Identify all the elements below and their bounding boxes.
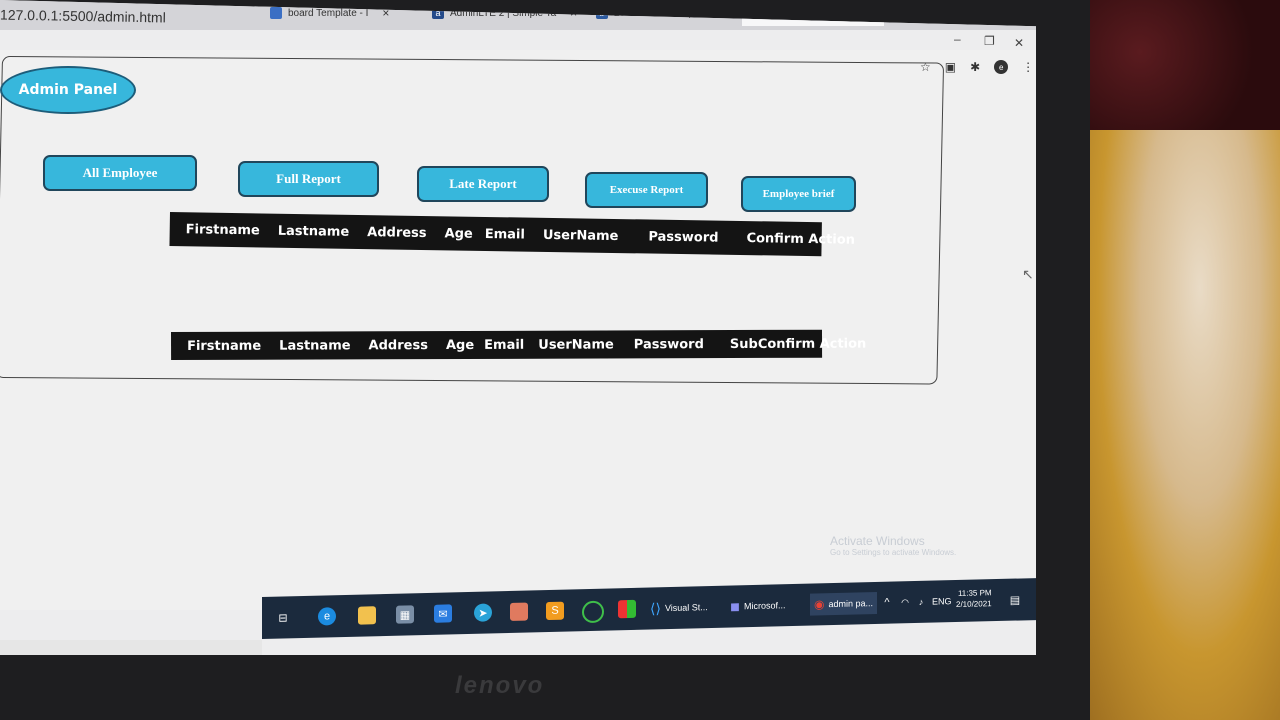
col-firstname: Firstname — [185, 221, 260, 238]
minimize-button[interactable]: – — [954, 32, 961, 46]
col-username: UserName — [542, 227, 619, 244]
col-subconfirm-action: SubConfirm Action — [729, 336, 867, 352]
laptop-screen: board Template - I × a AdminLTE 2 | Simp… — [0, 0, 1036, 655]
telegram-icon[interactable]: ➤ — [474, 603, 492, 622]
task-view-icon[interactable]: ⊟ — [274, 608, 292, 626]
mail-icon[interactable]: ✉ — [434, 604, 452, 623]
background-dotted-cloth — [1080, 0, 1280, 130]
reading-list-icon[interactable]: ▣ — [945, 60, 956, 74]
col-username: UserName — [538, 336, 614, 353]
admin-panel-badge: Admin Panel — [0, 66, 136, 114]
volume-icon[interactable]: ♪ — [912, 593, 930, 611]
full-report-button[interactable]: Full Report — [238, 161, 379, 197]
vscode-icon: ⟨⟩ — [650, 599, 661, 617]
taskbar-search-input[interactable]: ere to search — [0, 640, 262, 655]
col-lastname: Lastname — [279, 337, 351, 354]
mouse-cursor-icon: ↖ — [1022, 266, 1034, 282]
store-icon[interactable]: ▦ — [396, 605, 414, 624]
notification-icon[interactable]: ▤ — [1006, 590, 1024, 608]
employee-brief-button[interactable]: Employee brief — [741, 176, 856, 212]
col-confirm-action: Confirm Action — [746, 230, 856, 248]
extensions-icon[interactable]: ✱ — [970, 60, 980, 74]
profile-avatar[interactable]: e — [994, 60, 1009, 74]
laptop-bezel: lenovo board Template - I × a AdminLTE 2… — [0, 0, 1090, 720]
window-close-button[interactable]: ✕ — [1014, 36, 1024, 50]
teams-icon: ◼ — [730, 599, 740, 614]
taskbar-app-teams[interactable]: ◼ Microsof... — [730, 594, 785, 617]
sublime-icon[interactable]: S — [546, 601, 564, 621]
tray-chevron-icon[interactable]: ^ — [878, 594, 896, 612]
edge-icon[interactable]: e — [318, 607, 336, 626]
file-explorer-icon[interactable] — [358, 606, 376, 625]
taskbar-app-chrome[interactable]: ◉ admin pa... — [810, 591, 878, 616]
address-bar[interactable]: 127.0.0.1:5500/admin.html — [0, 0, 1036, 30]
col-age: Age — [445, 337, 475, 353]
close-tab-icon[interactable]: × — [731, 6, 738, 20]
col-firstname: Firstname — [187, 338, 262, 354]
url-text[interactable]: 127.0.0.1:5500/admin.html — [0, 7, 166, 26]
col-password: Password — [648, 229, 719, 246]
col-password: Password — [633, 336, 704, 352]
globe-icon: ◍ — [748, 7, 760, 19]
col-email: Email — [484, 337, 525, 353]
laptop-brand-logo: lenovo — [455, 672, 545, 699]
taskbar-clock[interactable]: 11:35 PM 2/10/2021 — [956, 587, 992, 610]
tray-language[interactable]: ENG — [932, 590, 952, 612]
menu-icon[interactable]: ⋮ — [1022, 60, 1034, 74]
execuse-report-button[interactable]: Execuse Report — [585, 172, 708, 208]
new-tab-button[interactable]: + — [890, 0, 899, 26]
col-age: Age — [444, 225, 473, 242]
late-report-button[interactable]: Late Report — [417, 166, 549, 202]
activate-windows-watermark: Activate Windows Go to Settings to activ… — [830, 534, 957, 557]
chrome-icon: ◉ — [814, 597, 825, 612]
col-address: Address — [368, 337, 428, 353]
restore-button[interactable]: ❐ — [984, 34, 995, 48]
table-header-reports: Firstname Lastname Address Age Email Use… — [171, 329, 866, 360]
col-address: Address — [367, 224, 427, 241]
office-icon[interactable] — [618, 599, 636, 619]
all-employee-button[interactable]: All Employee — [43, 155, 197, 191]
close-tab-icon[interactable]: × — [830, 6, 837, 20]
refresh-app-icon[interactable] — [582, 600, 604, 624]
col-email: Email — [484, 226, 526, 243]
photos-icon[interactable] — [510, 602, 528, 621]
col-lastname: Lastname — [277, 223, 350, 240]
taskbar-app-vscode[interactable]: ⟨⟩ Visual St... — [650, 596, 708, 619]
